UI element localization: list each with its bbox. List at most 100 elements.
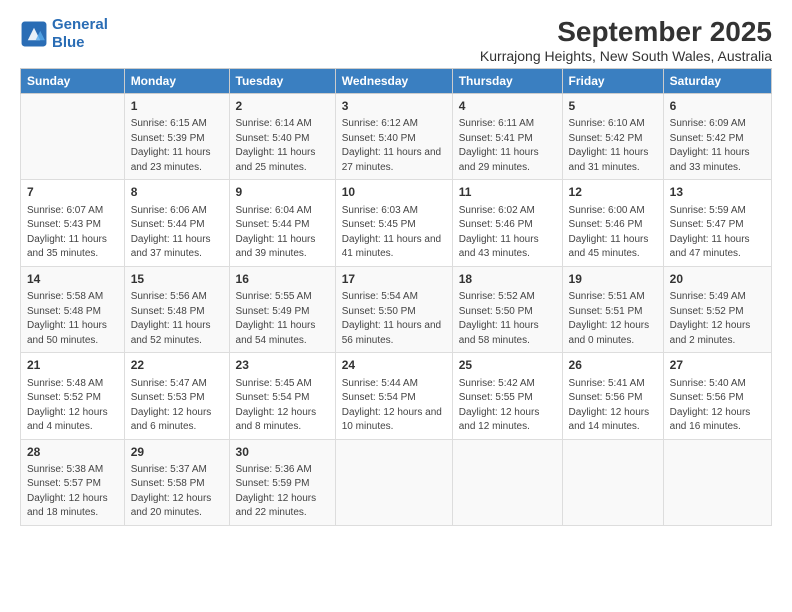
- calendar-cell: 20 Sunrise: 5:49 AMSunset: 5:52 PMDayligh…: [663, 266, 771, 352]
- day-number: 19: [569, 271, 657, 288]
- day-number: 26: [569, 357, 657, 374]
- calendar-header-row: SundayMondayTuesdayWednesdayThursdayFrid…: [21, 69, 772, 94]
- calendar-cell: 23 Sunrise: 5:45 AMSunset: 5:54 PMDayligh…: [229, 353, 335, 439]
- day-number: 29: [131, 444, 223, 461]
- calendar-cell: [663, 439, 771, 525]
- calendar-cell: 22 Sunrise: 5:47 AMSunset: 5:53 PMDayligh…: [124, 353, 229, 439]
- day-number: 13: [670, 184, 765, 201]
- day-info: Sunrise: 5:51 AMSunset: 5:51 PMDaylight:…: [569, 290, 657, 348]
- day-info: Sunrise: 5:44 AMSunset: 5:54 PMDaylight:…: [342, 377, 446, 435]
- day-info: Sunrise: 6:12 AMSunset: 5:40 PMDaylight:…: [342, 117, 446, 175]
- calendar-cell: 4Sunrise: 6:11 AMSunset: 5:41 PMDaylight…: [452, 94, 562, 180]
- day-header-wednesday: Wednesday: [335, 69, 452, 94]
- day-info: Sunrise: 6:04 AMSunset: 5:44 PMDaylight:…: [236, 204, 329, 262]
- calendar-cell: 24Sunrise: 5:44 AMSunset: 5:54 PMDayligh…: [335, 353, 452, 439]
- day-number: 21: [27, 357, 118, 374]
- calendar-cell: [562, 439, 663, 525]
- day-number: 25: [459, 357, 556, 374]
- day-number: 6: [670, 98, 765, 115]
- page-header: General Blue September 2025 Kurrajong He…: [20, 16, 772, 64]
- logo-icon: [20, 20, 48, 48]
- calendar-cell: 11 Sunrise: 6:02 AMSunset: 5:46 PMDayligh…: [452, 180, 562, 266]
- day-number: 12: [569, 184, 657, 201]
- day-info: Sunrise: 6:09 AMSunset: 5:42 PMDaylight:…: [670, 117, 765, 175]
- day-info: Sunrise: 6:03 AMSunset: 5:45 PMDaylight:…: [342, 204, 446, 262]
- day-number: 14: [27, 271, 118, 288]
- day-number: 20: [670, 271, 765, 288]
- day-number: 8: [131, 184, 223, 201]
- calendar-cell: 13 Sunrise: 5:59 AMSunset: 5:47 PMDayligh…: [663, 180, 771, 266]
- calendar-cell: 9 Sunrise: 6:04 AMSunset: 5:44 PMDaylight…: [229, 180, 335, 266]
- day-number: 27: [670, 357, 765, 374]
- page-subtitle: Kurrajong Heights, New South Wales, Aust…: [480, 48, 772, 64]
- day-info: Sunrise: 6:14 AMSunset: 5:40 PMDaylight:…: [236, 117, 329, 175]
- day-header-sunday: Sunday: [21, 69, 125, 94]
- calendar-cell: 2 Sunrise: 6:14 AMSunset: 5:40 PMDaylight…: [229, 94, 335, 180]
- day-number: 10: [342, 184, 446, 201]
- day-number: 3: [342, 98, 446, 115]
- day-number: 15: [131, 271, 223, 288]
- day-number: 7: [27, 184, 118, 201]
- day-header-saturday: Saturday: [663, 69, 771, 94]
- day-info: Sunrise: 6:07 AMSunset: 5:43 PMDaylight:…: [27, 204, 118, 262]
- day-number: 18: [459, 271, 556, 288]
- day-number: 2: [236, 98, 329, 115]
- calendar-cell: 6 Sunrise: 6:09 AMSunset: 5:42 PMDaylight…: [663, 94, 771, 180]
- calendar-cell: 26Sunrise: 5:41 AMSunset: 5:56 PMDayligh…: [562, 353, 663, 439]
- day-info: Sunrise: 5:47 AMSunset: 5:53 PMDaylight:…: [131, 377, 223, 435]
- calendar-cell: 30 Sunrise: 5:36 AMSunset: 5:59 PMDayligh…: [229, 439, 335, 525]
- day-number: 1: [131, 98, 223, 115]
- calendar-cell: 7 Sunrise: 6:07 AMSunset: 5:43 PMDaylight…: [21, 180, 125, 266]
- day-number: 5: [569, 98, 657, 115]
- day-info: Sunrise: 5:42 AMSunset: 5:55 PMDaylight:…: [459, 377, 556, 435]
- page-title: September 2025: [480, 16, 772, 48]
- week-row-1: 1 Sunrise: 6:15 AMSunset: 5:39 PMDaylight…: [21, 94, 772, 180]
- calendar-cell: [335, 439, 452, 525]
- logo: General Blue: [20, 16, 108, 52]
- day-info: Sunrise: 5:45 AMSunset: 5:54 PMDaylight:…: [236, 377, 329, 435]
- calendar-table: SundayMondayTuesdayWednesdayThursdayFrid…: [20, 68, 772, 526]
- calendar-cell: 8 Sunrise: 6:06 AMSunset: 5:44 PMDaylight…: [124, 180, 229, 266]
- calendar-cell: 29 Sunrise: 5:37 AMSunset: 5:58 PMDayligh…: [124, 439, 229, 525]
- week-row-3: 14 Sunrise: 5:58 AMSunset: 5:48 PMDayligh…: [21, 266, 772, 352]
- calendar-cell: 5 Sunrise: 6:10 AMSunset: 5:42 PMDaylight…: [562, 94, 663, 180]
- day-number: 9: [236, 184, 329, 201]
- day-info: Sunrise: 5:59 AMSunset: 5:47 PMDaylight:…: [670, 204, 765, 262]
- day-info: Sunrise: 5:36 AMSunset: 5:59 PMDaylight:…: [236, 463, 329, 521]
- calendar-cell: 25 Sunrise: 5:42 AMSunset: 5:55 PMDayligh…: [452, 353, 562, 439]
- day-header-tuesday: Tuesday: [229, 69, 335, 94]
- day-header-thursday: Thursday: [452, 69, 562, 94]
- day-info: Sunrise: 6:15 AMSunset: 5:39 PMDaylight:…: [131, 117, 223, 175]
- calendar-cell: [452, 439, 562, 525]
- day-header-friday: Friday: [562, 69, 663, 94]
- week-row-2: 7 Sunrise: 6:07 AMSunset: 5:43 PMDaylight…: [21, 180, 772, 266]
- calendar-cell: 19 Sunrise: 5:51 AMSunset: 5:51 PMDayligh…: [562, 266, 663, 352]
- calendar-cell: 3 Sunrise: 6:12 AMSunset: 5:40 PMDaylight…: [335, 94, 452, 180]
- calendar-cell: 1 Sunrise: 6:15 AMSunset: 5:39 PMDaylight…: [124, 94, 229, 180]
- logo-line2: Blue: [52, 34, 85, 51]
- day-info: Sunrise: 5:38 AMSunset: 5:57 PMDaylight:…: [27, 463, 118, 521]
- week-row-4: 21Sunrise: 5:48 AMSunset: 5:52 PMDayligh…: [21, 353, 772, 439]
- day-info: Sunrise: 6:06 AMSunset: 5:44 PMDaylight:…: [131, 204, 223, 262]
- day-info: Sunrise: 6:10 AMSunset: 5:42 PMDaylight:…: [569, 117, 657, 175]
- calendar-cell: 10 Sunrise: 6:03 AMSunset: 5:45 PMDayligh…: [335, 180, 452, 266]
- day-number: 4: [459, 98, 556, 115]
- day-info: Sunrise: 6:02 AMSunset: 5:46 PMDaylight:…: [459, 204, 556, 262]
- day-info: Sunrise: 5:58 AMSunset: 5:48 PMDaylight:…: [27, 290, 118, 348]
- day-info: Sunrise: 5:55 AMSunset: 5:49 PMDaylight:…: [236, 290, 329, 348]
- day-number: 22: [131, 357, 223, 374]
- day-info: Sunrise: 5:49 AMSunset: 5:52 PMDaylight:…: [670, 290, 765, 348]
- calendar-cell: 28 Sunrise: 5:38 AMSunset: 5:57 PMDayligh…: [21, 439, 125, 525]
- day-number: 23: [236, 357, 329, 374]
- day-info: Sunrise: 6:00 AMSunset: 5:46 PMDaylight:…: [569, 204, 657, 262]
- week-row-5: 28 Sunrise: 5:38 AMSunset: 5:57 PMDayligh…: [21, 439, 772, 525]
- day-number: 30: [236, 444, 329, 461]
- day-info: Sunrise: 5:37 AMSunset: 5:58 PMDaylight:…: [131, 463, 223, 521]
- calendar-cell: 12 Sunrise: 6:00 AMSunset: 5:46 PMDayligh…: [562, 180, 663, 266]
- day-number: 28: [27, 444, 118, 461]
- calendar-cell: 18Sunrise: 5:52 AMSunset: 5:50 PMDayligh…: [452, 266, 562, 352]
- calendar-cell: 21Sunrise: 5:48 AMSunset: 5:52 PMDayligh…: [21, 353, 125, 439]
- day-number: 11: [459, 184, 556, 201]
- logo-text: General Blue: [52, 16, 108, 52]
- calendar-cell: 15Sunrise: 5:56 AMSunset: 5:48 PMDayligh…: [124, 266, 229, 352]
